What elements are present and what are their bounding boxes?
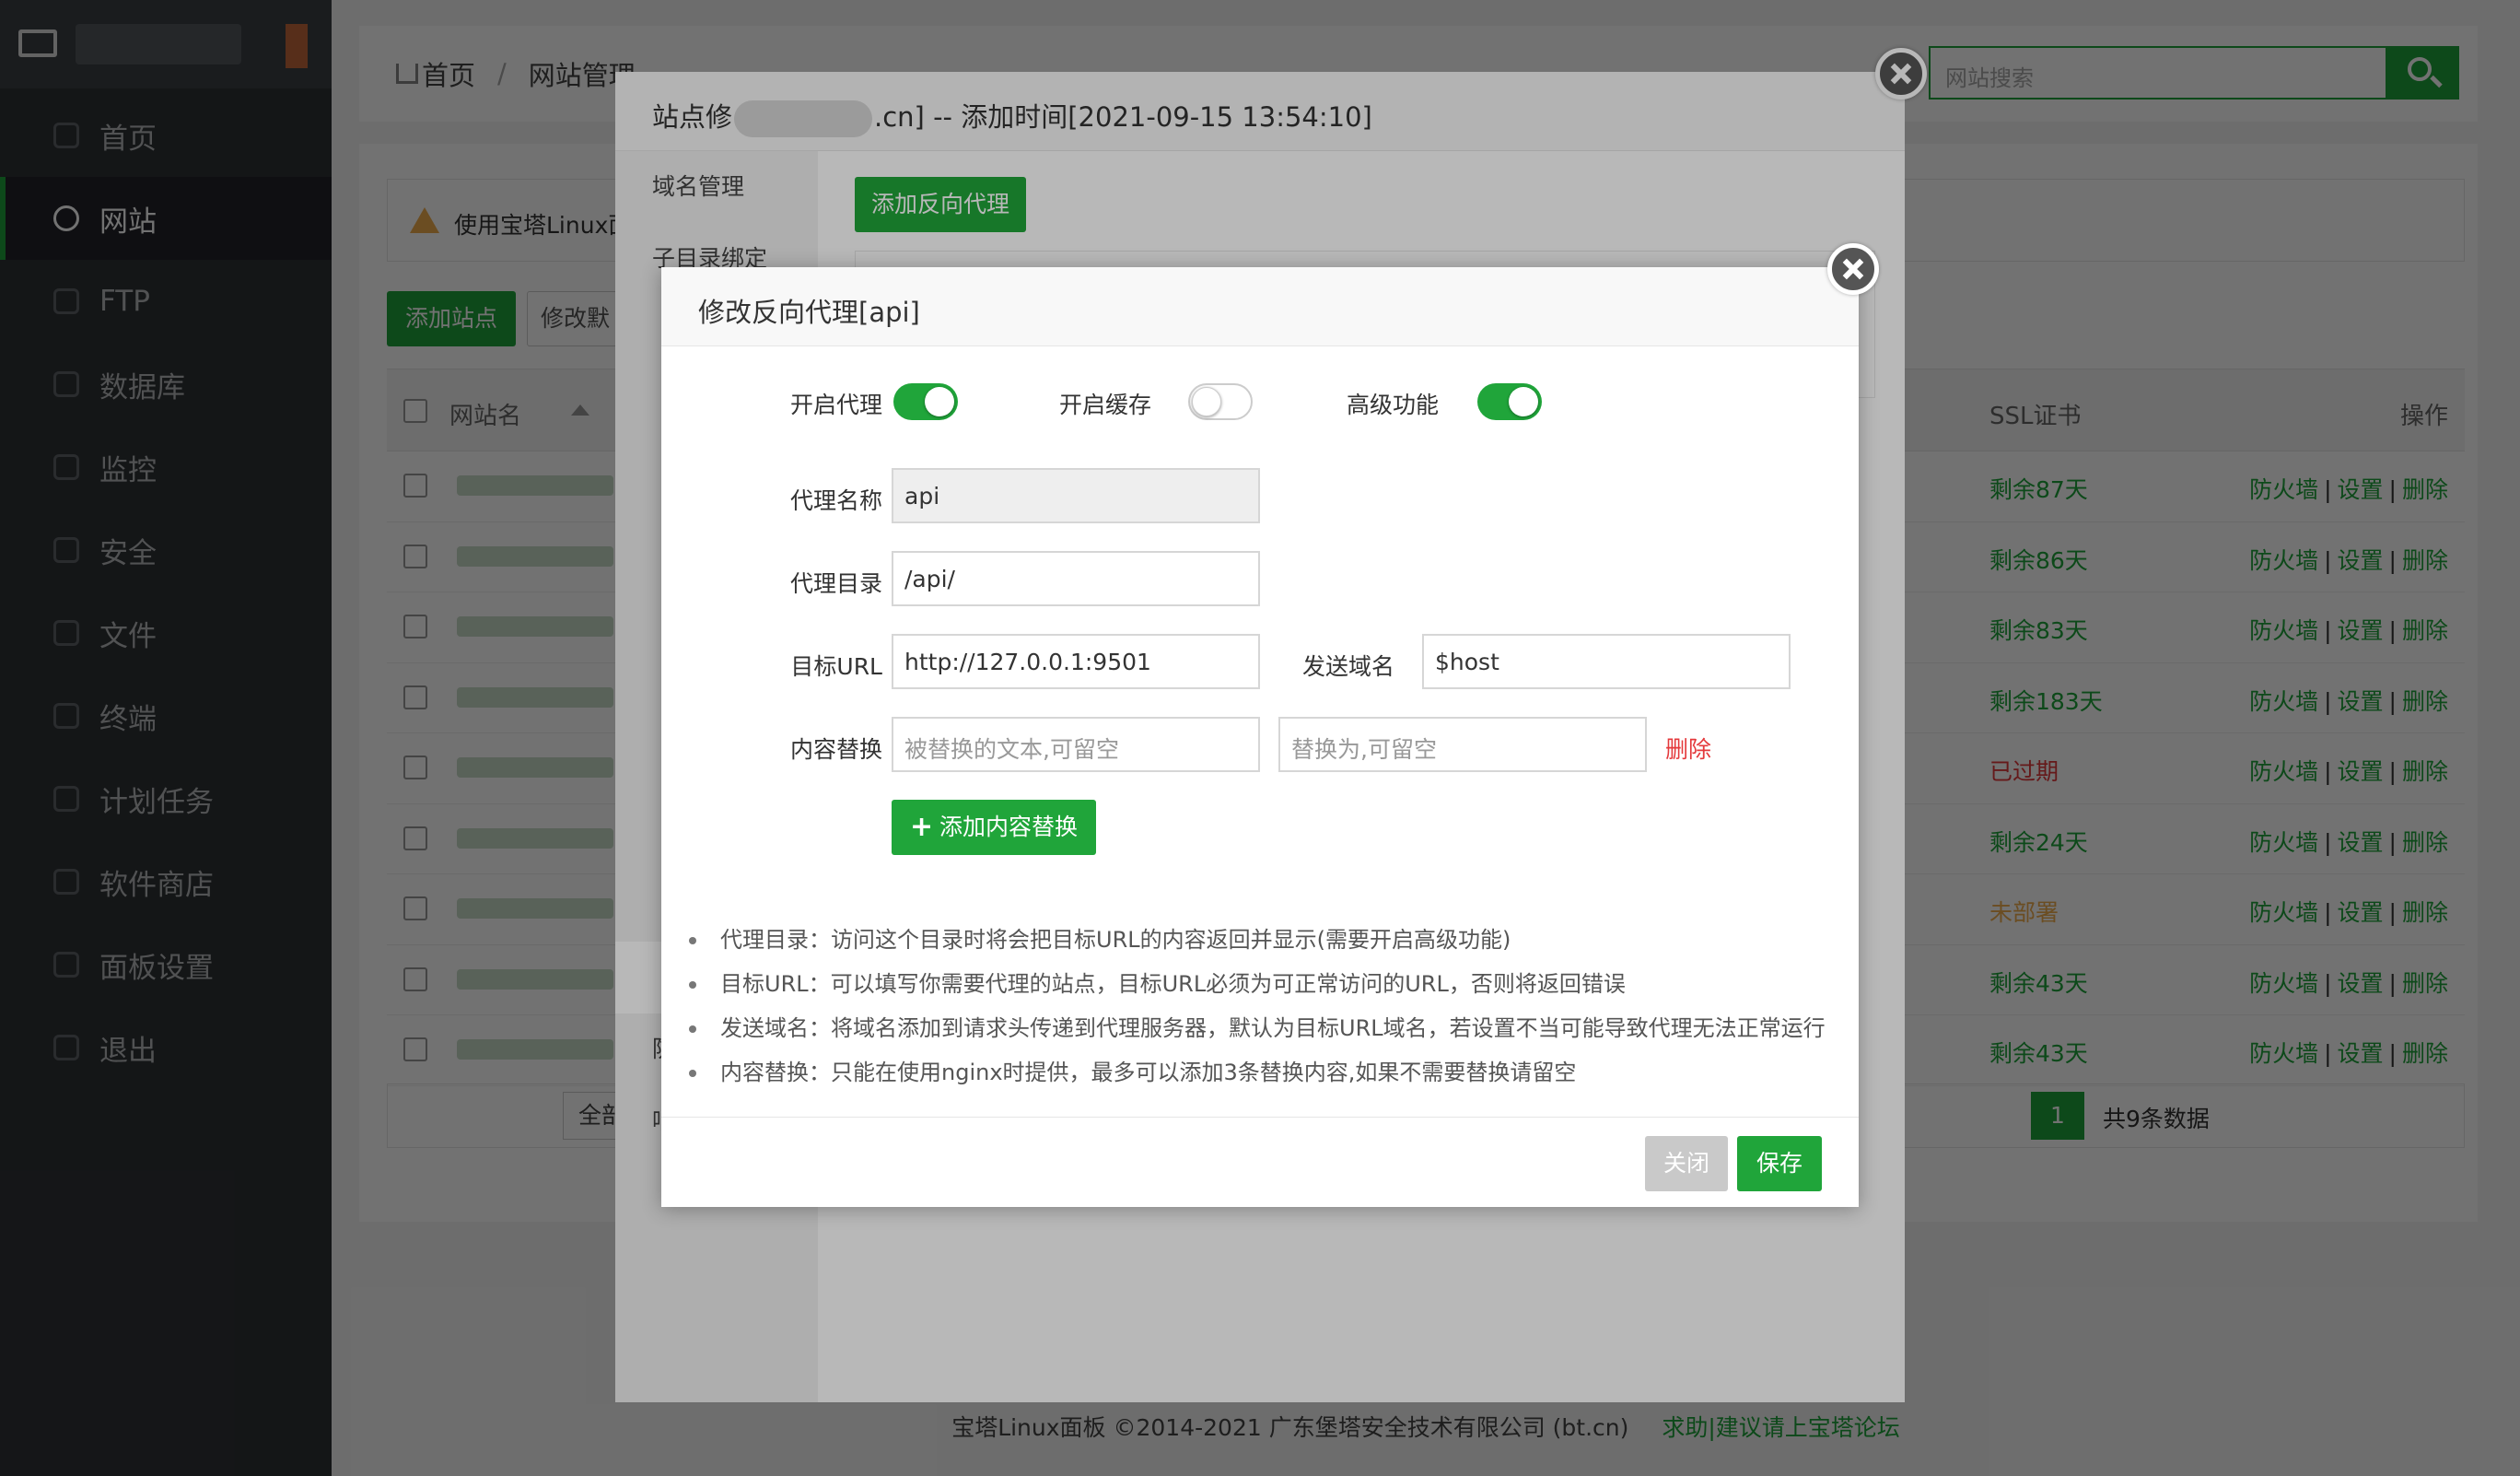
enable-cache-label: 开启缓存 [1058,392,1151,418]
target-url-input[interactable]: http://127.0.0.1:9501 [892,634,1260,689]
proxy-dir-input[interactable]: /api/ [892,551,1260,606]
toggle-knob [1509,387,1538,416]
replace-to-input[interactable]: 替换为,可留空 [1278,717,1647,772]
add-content-replace-label: 添加内容替换 [939,814,1079,840]
content-replace-label: 内容替换 [789,736,882,763]
send-domain-label: 发送域名 [1301,653,1394,680]
tip-item: 内容替换：只能在使用nginx时提供，最多可以添加3条替换内容,如果不需要替换请… [689,1050,1840,1095]
proxy-modal-title: 修改反向代理[api] [661,267,1859,346]
enable-proxy-toggle[interactable] [893,383,958,420]
enable-cache-toggle[interactable] [1188,383,1253,420]
proxy-modal-footer: 关闭 保存 [661,1117,1859,1207]
send-domain-input[interactable]: $host [1422,634,1791,689]
advanced-toggle[interactable] [1477,383,1542,420]
replace-from-input[interactable]: 被替换的文本,可留空 [892,717,1260,772]
toggle-knob [1192,387,1221,416]
proxy-dir-label: 代理目录 [789,570,882,597]
toggle-knob [925,387,954,416]
plus-icon: + [910,811,934,843]
tip-item: 代理目录：访问这个目录时将会把目标URL的内容返回并显示(需要开启高级功能) [689,918,1840,962]
tip-item: 目标URL：可以填写你需要代理的站点，目标URL必须为可正常访问的URL，否则将… [689,962,1840,1006]
advanced-label: 高级功能 [1346,392,1439,418]
proxy-name-field: api [892,468,1260,523]
edit-proxy-modal: 修改反向代理[api] 开启代理 开启缓存 高级功能 代理名称 api 代理目录… [661,267,1859,1207]
help-tips: 代理目录：访问这个目录时将会把目标URL的内容返回并显示(需要开启高级功能) 目… [689,918,1840,1095]
delete-replace-link[interactable]: 删除 [1665,732,1711,765]
add-content-replace-button[interactable]: + 添加内容替换 [892,800,1096,855]
close-button[interactable]: 关闭 [1645,1136,1728,1191]
tip-item: 发送域名：将域名添加到请求头传递到代理服务器，默认为目标URL域名，若设置不当可… [689,1006,1840,1050]
proxy-name-label: 代理名称 [789,487,882,514]
enable-proxy-label: 开启代理 [789,392,882,418]
proxy-modal-close-icon[interactable] [1827,243,1879,295]
save-button[interactable]: 保存 [1737,1136,1822,1191]
target-url-label: 目标URL [790,653,882,680]
